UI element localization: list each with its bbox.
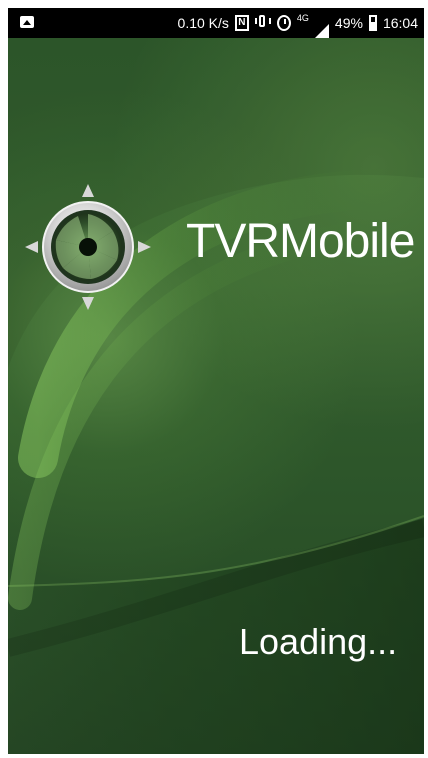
phone-screen: 0.10 K/s N 4G 49% 16:04 TVRMobile Loadin…: [8, 8, 424, 754]
splash-screen: TVRMobile Loading...: [8, 38, 424, 754]
battery-icon: [368, 15, 377, 31]
network-speed: 0.10 K/s: [177, 15, 229, 31]
status-bar-right: 0.10 K/s N 4G 49% 16:04: [177, 13, 418, 38]
alarm-icon: [276, 15, 291, 31]
app-logo-icon: [25, 184, 151, 310]
status-time: 16:04: [382, 15, 418, 31]
vibrate-icon: [254, 15, 271, 31]
nfc-icon: N: [234, 15, 249, 31]
signal-icon: [314, 8, 329, 38]
app-title: TVRMobile: [186, 215, 415, 268]
status-bar: 0.10 K/s N 4G 49% 16:04: [8, 8, 424, 38]
image-notification-icon: [20, 16, 34, 28]
signal-label: 4G: [296, 13, 309, 23]
battery-percent: 49%: [334, 15, 363, 31]
loading-status: Loading...: [239, 621, 398, 662]
